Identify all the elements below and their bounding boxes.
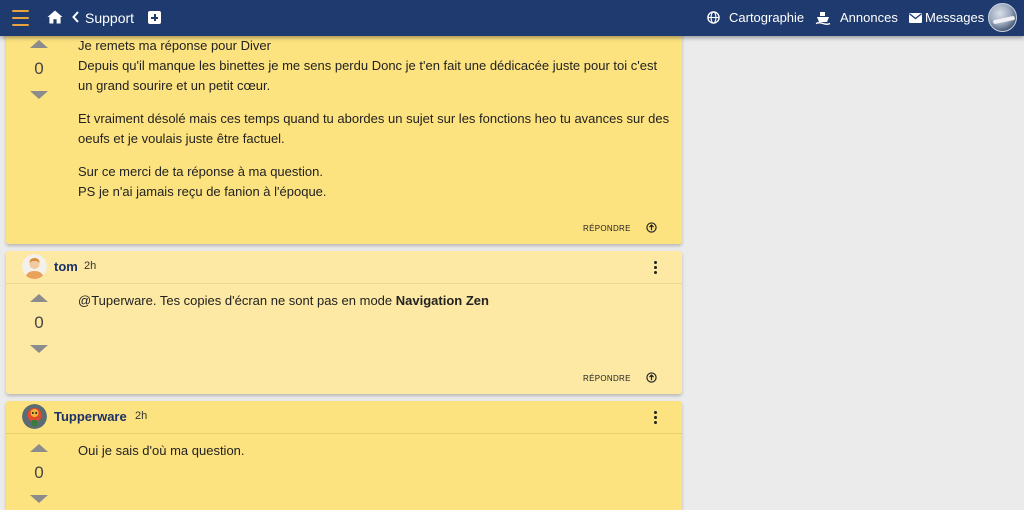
post-timestamp: 2h [135,410,148,422]
post-content: @Tuperware. Tes copies d'écran ne sont p… [78,291,674,324]
post-line: Et vraiment désolé mais ces temps quand … [78,111,670,146]
nav-cartographie[interactable]: Cartographie [707,10,804,25]
envelope-icon [909,12,922,23]
home-icon[interactable] [47,10,63,24]
breadcrumb-support[interactable]: Support [85,10,134,26]
post-line: Sur ce merci de ta réponse à ma question… [78,164,323,179]
vote-controls: 0 [30,444,48,503]
post-text: Oui je sais d'où ma question. [78,443,245,458]
post-line: PS je n'ai jamais reçu de fanion à l'épo… [78,184,327,199]
vote-count: 0 [34,463,44,482]
avatar-image [22,404,47,429]
hamburger-menu-icon[interactable] [12,10,29,26]
author-name[interactable]: tom [54,259,78,274]
kebab-menu-icon[interactable] [654,261,658,275]
upvote-arrow-icon[interactable] [30,444,48,452]
downvote-arrow-icon[interactable] [30,345,48,353]
avatar-image [22,254,47,279]
reply-button[interactable]: RÉPONDRE [583,224,631,233]
vote-count: 0 [34,59,44,78]
post-text: @Tuperware. Tes copies d'écran ne sont p… [78,293,396,308]
downvote-arrow-icon[interactable] [30,91,48,99]
globe-icon [707,11,720,24]
author-avatar[interactable] [22,254,47,279]
vote-count: 0 [34,313,44,332]
vote-controls: 0 [30,40,48,99]
downvote-arrow-icon[interactable] [30,495,48,503]
post-content: Je remets ma réponse pour Diver Depuis q… [78,36,674,215]
post-content: Oui je sais d'où ma question. [78,441,674,474]
nav-messages[interactable]: Messages [909,10,984,25]
user-avatar[interactable] [988,3,1017,32]
author-avatar[interactable] [22,404,47,429]
nav-messages-label: Messages [925,10,985,25]
arrow-up-circle-icon[interactable] [646,372,657,383]
reply-button[interactable]: RÉPONDRE [583,374,631,383]
nav-annonces-label: Annonces [840,10,898,25]
arrow-up-circle-icon[interactable] [646,222,657,233]
author-name[interactable]: Tupperware [54,409,127,424]
chevron-left-icon[interactable] [72,11,79,23]
ship-icon [815,11,831,25]
post-line: Je remets ma réponse pour Diver [78,38,271,53]
upvote-arrow-icon[interactable] [30,294,48,302]
post-timestamp: 2h [84,260,97,272]
post-card: 0 Je remets ma réponse pour Diver Depuis… [6,26,682,244]
top-navbar: Support Cartographie Annonces Messages [0,0,1024,36]
plus-square-icon[interactable] [148,11,161,24]
nav-annonces[interactable]: Annonces [815,10,898,25]
post-line: Depuis qu'il manque les binettes je me s… [78,58,658,93]
nav-cartographie-label: Cartographie [729,10,805,25]
post-card: Tupperware 2h 0 Oui je sais d'où ma ques… [6,401,682,510]
upvote-arrow-icon[interactable] [30,40,48,48]
kebab-menu-icon[interactable] [654,411,658,425]
post-card: tom 2h 0 @Tuperware. Tes copies d'écran … [6,251,682,394]
vote-controls: 0 [30,294,48,353]
post-text-bold: Navigation Zen [395,293,489,308]
post-header: tom 2h [6,251,682,284]
post-header: Tupperware 2h [6,401,682,434]
